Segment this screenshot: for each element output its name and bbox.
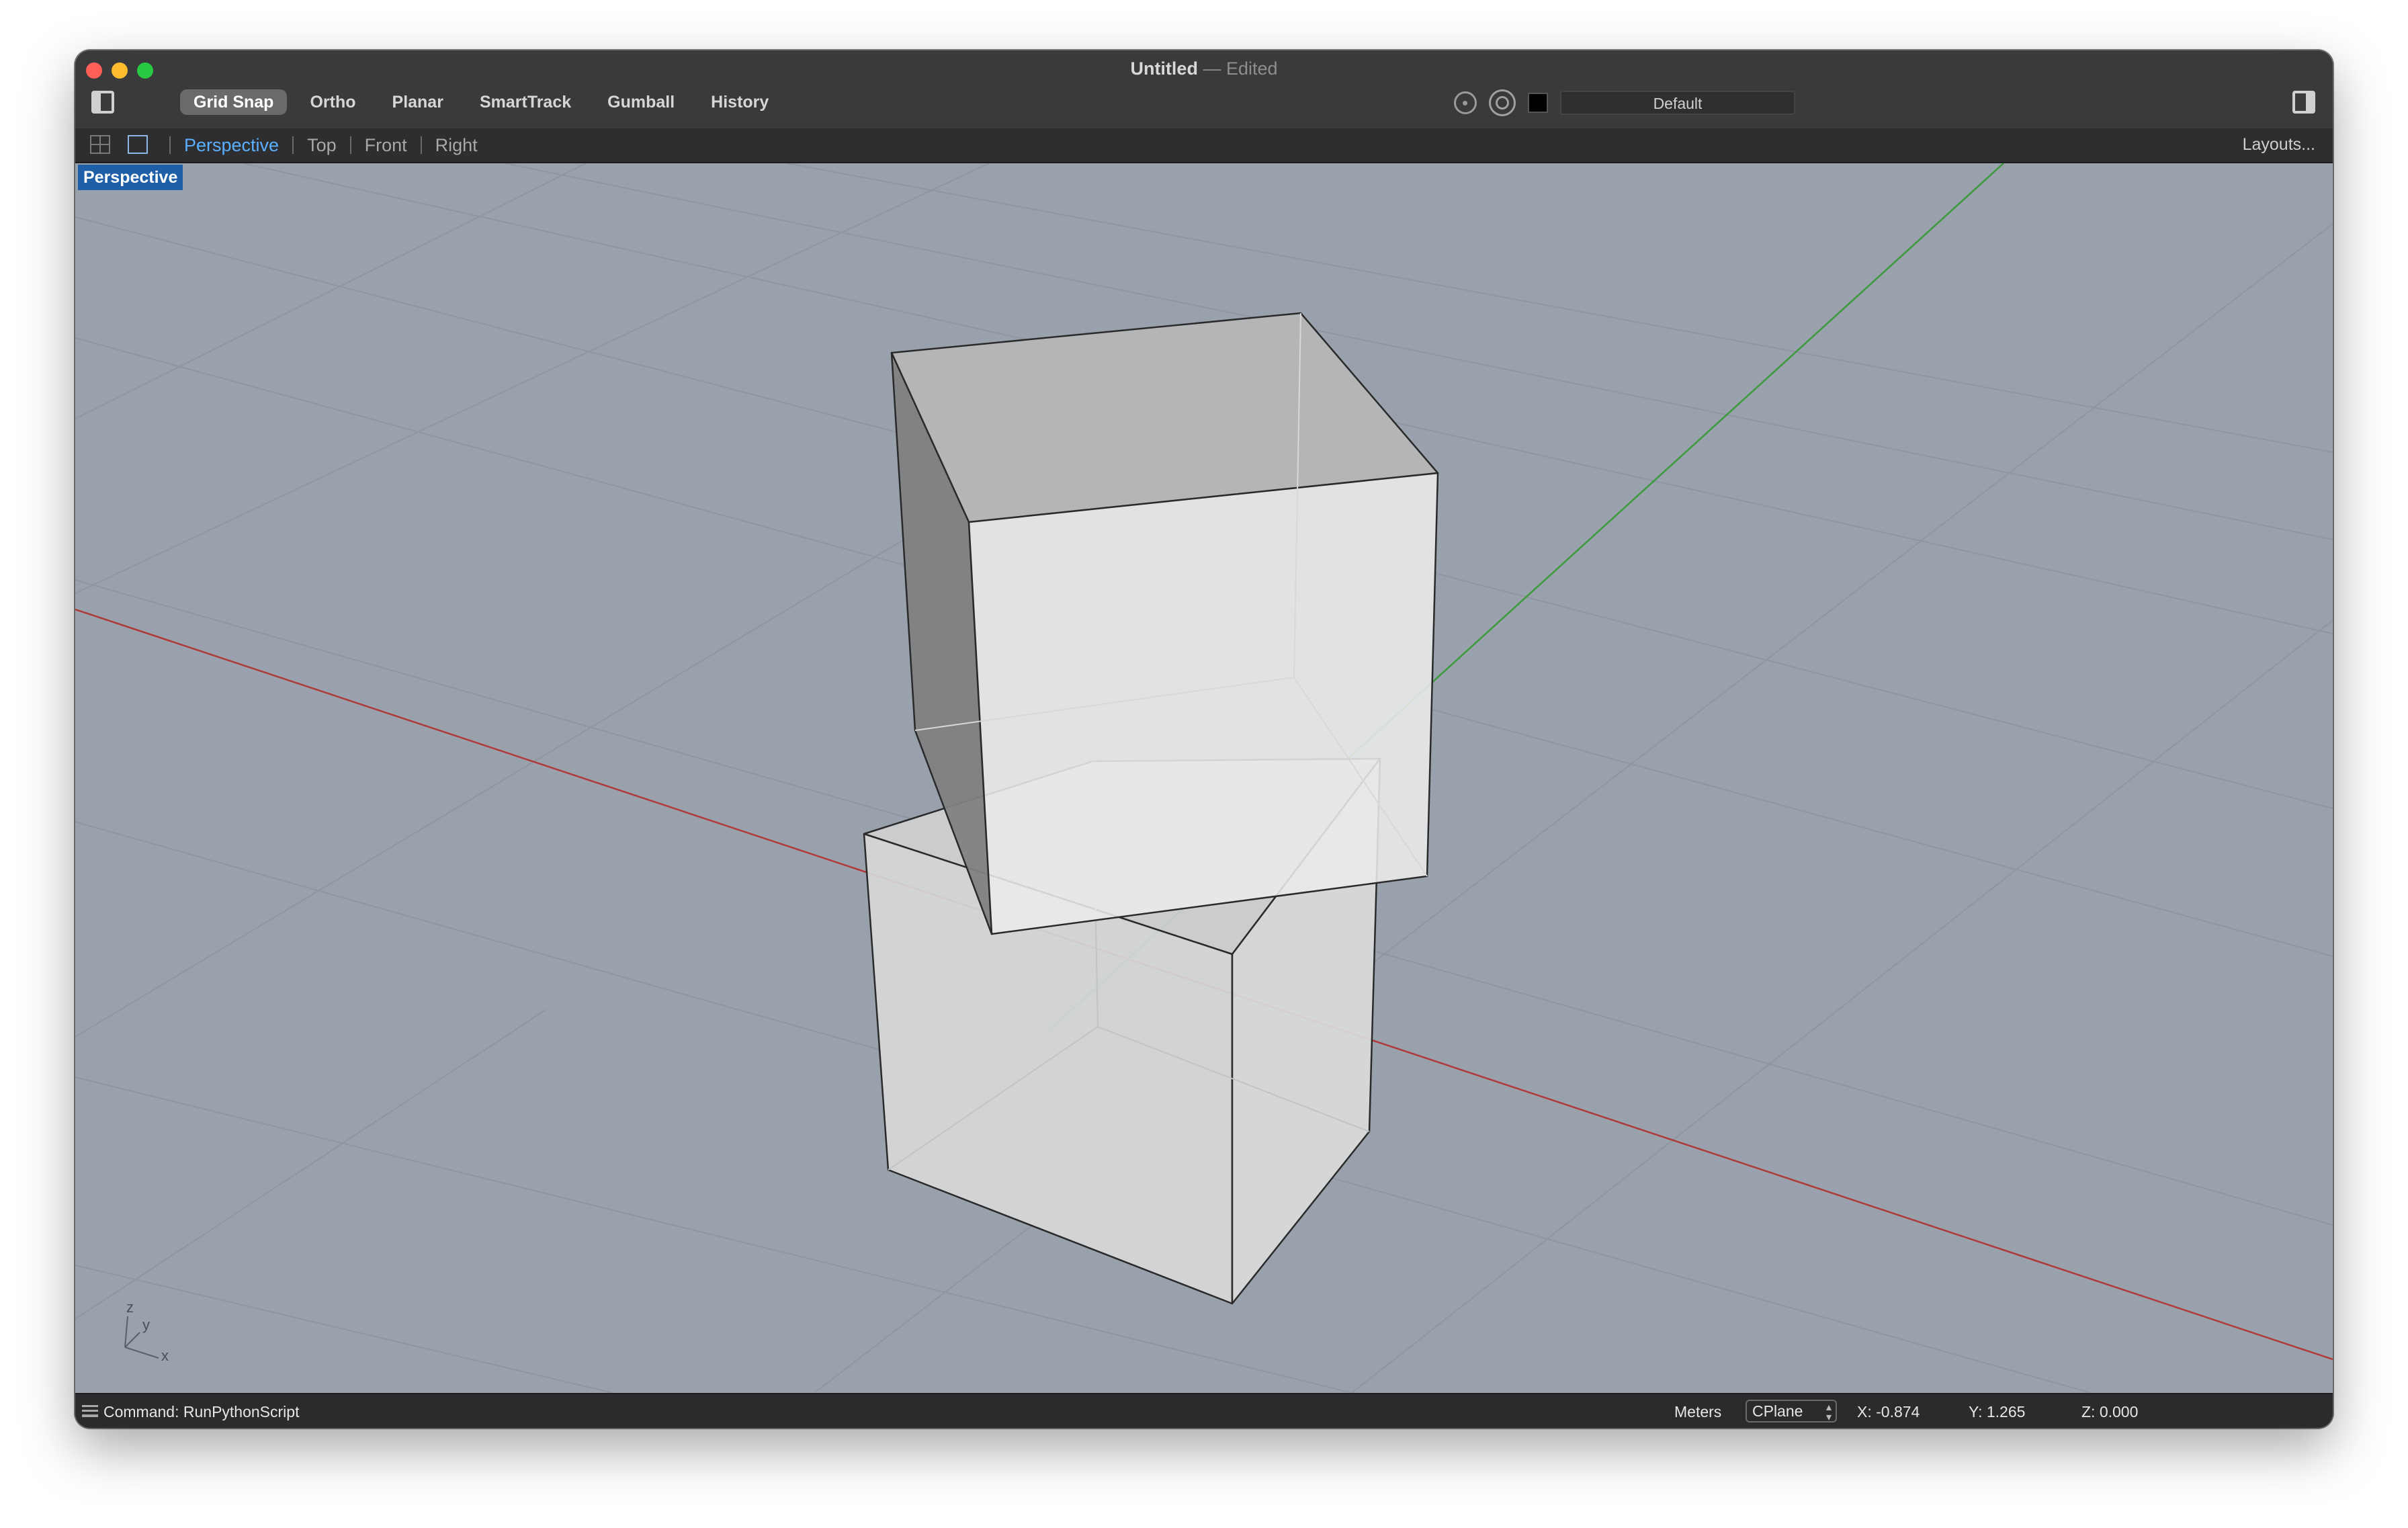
x-coordinate: X: -0.874 [1857,1403,1920,1420]
history-toggle[interactable]: History [697,89,782,115]
viewport-canvas[interactable]: z y x [75,163,2333,1393]
grid-snap-toggle[interactable]: Grid Snap [180,89,288,115]
command-history-icon[interactable] [82,1405,98,1417]
status-bar: Command: RunPythonScript Meters CPlane ▴… [75,1393,2333,1428]
four-viewports-icon[interactable] [90,135,110,154]
axis-y-label: y [142,1316,150,1333]
viewport-title-label[interactable]: Perspective [78,165,183,190]
axis-x-label: x [161,1347,169,1364]
planar-toggle[interactable]: Planar [379,89,457,115]
updown-chevron-icon: ▴ ▾ [1825,1402,1832,1423]
layouts-menu-button[interactable]: Layouts... [2243,135,2315,155]
tab-top[interactable]: Top [294,132,350,158]
units-label[interactable]: Meters [1674,1403,1721,1421]
tab-perspective[interactable]: Perspective [171,132,292,158]
viewport-tabs: Perspective Top Front Right [169,132,491,158]
edited-status: Edited [1226,58,1278,79]
axis-triad-icon [124,1316,159,1359]
window-title: Untitled — Edited [75,58,2333,79]
left-sidebar-toggle-icon[interactable] [91,91,114,114]
y-coordinate: Y: 1.265 [1969,1403,2026,1420]
osnap-icon[interactable] [1454,91,1477,114]
record-icon[interactable] [1489,89,1516,116]
osnap-layer-tools: Default [1454,89,1795,116]
axis-z-label: z [126,1299,134,1316]
smarttrack-toggle[interactable]: SmartTrack [466,89,585,115]
document-name: Untitled [1130,58,1198,79]
command-prompt[interactable]: Command: RunPythonScript [103,1403,299,1421]
app-window: Untitled — Edited Grid Snap Ortho Planar… [75,50,2333,1428]
perspective-viewport[interactable]: z y x Perspective [75,163,2333,1393]
layer-color-swatch[interactable] [1528,93,1548,113]
tab-front[interactable]: Front [351,132,421,158]
viewport-tab-bar: Perspective Top Front Right Layouts... [75,128,2333,163]
box-upper[interactable] [890,312,1439,935]
modeling-aids-toolbar: Grid Snap Ortho Planar SmartTrack Gumbal… [180,89,782,115]
current-layer-select[interactable]: Default [1560,91,1795,115]
z-coordinate: Z: 0.000 [2081,1403,2139,1420]
tab-right[interactable]: Right [422,132,491,158]
cplane-value: CPlane [1752,1402,1803,1420]
cplane-select[interactable]: CPlane ▴ ▾ [1746,1400,1837,1423]
right-sidebar-toggle-icon[interactable] [2292,91,2315,114]
title-separator: — [1203,58,1221,79]
single-viewport-icon[interactable] [128,135,148,154]
ortho-toggle[interactable]: Ortho [296,89,369,115]
title-bar: Untitled — Edited Grid Snap Ortho Planar… [75,50,2333,130]
gumball-toggle[interactable]: Gumball [594,89,688,115]
